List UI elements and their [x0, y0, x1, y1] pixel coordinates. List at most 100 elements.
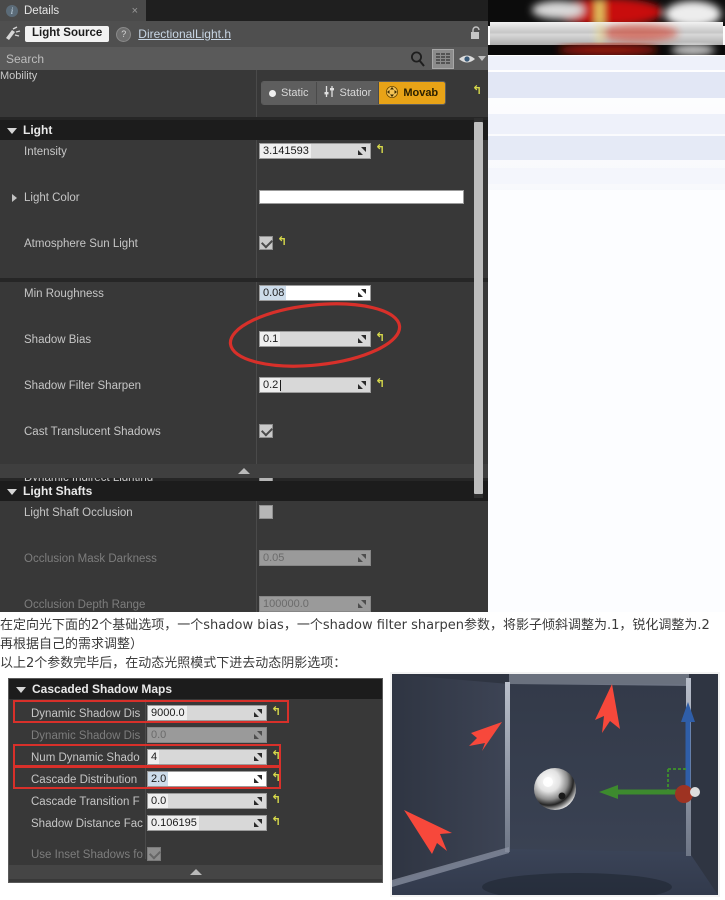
reset-arrow-icon[interactable]: ↰ [375, 143, 385, 155]
property-row-shadow-filter-sharpen: Shadow Filter Sharpen 0.2 ↰ [0, 374, 488, 397]
section-header-light-shafts[interactable]: Light Shafts [0, 481, 488, 501]
spinner-icon [357, 553, 367, 563]
spinner-icon[interactable] [253, 796, 263, 806]
reset-arrow-icon[interactable]: ↰ [472, 84, 482, 96]
help-icon[interactable]: ? [116, 26, 132, 42]
red-box-annotation-cascade-distribution [13, 766, 281, 789]
search-input[interactable] [0, 47, 428, 70]
left-wall [392, 674, 509, 882]
cast-translucent-shadows-checkbox[interactable] [259, 424, 273, 438]
property-label: Intensity [24, 145, 67, 158]
property-row-light-shaft-occlusion: Light Shaft Occlusion [0, 501, 488, 524]
property-label: Occlusion Mask Darkness [24, 552, 157, 565]
mobility-label: Mobility [0, 70, 38, 82]
move-cross-icon [386, 85, 399, 101]
collapse-advanced-bar[interactable] [0, 464, 488, 478]
expand-triangle-icon[interactable] [12, 194, 17, 202]
property-row-intensity: Intensity 3.141593 ↰ [0, 140, 488, 163]
property-row-shadow-distance-fadeout-fraction: Shadow Distance Fac 0.106195 ↰ [9, 812, 382, 835]
spinner-icon[interactable] [357, 288, 367, 298]
property-row-cast-translucent-shadows: Cast Translucent Shadows [0, 420, 488, 443]
asset-link[interactable]: DirectionalLight.h [138, 27, 231, 41]
light-shaft-occlusion-checkbox[interactable] [259, 505, 273, 519]
caption-line-2: 再根据自己的需求调整） [0, 637, 144, 652]
property-label: Light Shaft Occlusion [24, 506, 133, 519]
back-wall [509, 684, 689, 852]
grid-view-icon[interactable] [432, 49, 454, 69]
cascade-transition-fraction-value: 0.0 [148, 794, 169, 808]
mobility-option-movable[interactable]: Movab [379, 82, 446, 104]
property-label: Atmosphere Sun Light [24, 237, 138, 250]
close-icon[interactable]: × [132, 5, 138, 17]
property-label: Shadow Bias [24, 333, 92, 346]
red-box-annotation-dynamic-shadow-distance [13, 700, 289, 723]
dynamic-shadow-distance-stationary-input[interactable]: 0.0 [147, 727, 267, 743]
property-row-atmosphere-sun-light: Atmosphere Sun Light ↰ [0, 232, 488, 255]
occlusion-mask-darkness-value: 0.05 [263, 552, 285, 564]
tab-details-label: Details [24, 4, 60, 17]
occlusion-depth-range-value: 100000.0 [263, 598, 309, 610]
property-label: Cast Translucent Shadows [24, 425, 161, 438]
min-roughness-input[interactable]: 0.08 [259, 285, 371, 301]
eye-icon[interactable] [458, 50, 478, 68]
reset-arrow-icon[interactable]: ↰ [271, 815, 281, 827]
chevron-down-icon [16, 687, 26, 693]
text-cursor [280, 379, 282, 391]
spinner-icon[interactable] [253, 818, 263, 828]
shadow-distance-fadeout-fraction-input[interactable]: 0.106195 [147, 815, 267, 831]
intensity-input[interactable]: 3.141593 [259, 143, 371, 159]
search-bar [0, 47, 488, 70]
property-row-occlusion-depth-range: Occlusion Depth Range 100000.0 [0, 593, 488, 612]
spinner-icon [357, 599, 367, 609]
red-circle-annotation [228, 302, 402, 368]
reset-arrow-icon[interactable]: ↰ [277, 235, 287, 247]
property-label: Use Inset Shadows fo [31, 848, 143, 861]
search-icon[interactable] [409, 50, 427, 68]
mobility-button-group[interactable]: Static Statior Movab [261, 81, 447, 105]
actor-name-pill[interactable]: Light Source [25, 25, 110, 43]
light-color-swatch[interactable] [259, 190, 464, 204]
reset-arrow-icon[interactable]: ↰ [375, 377, 385, 389]
mobility-option-static[interactable]: Static [262, 82, 317, 104]
corner-edge-left [505, 682, 510, 852]
section-header-light-shafts-label: Light Shafts [23, 484, 93, 498]
details-scrollbar-thumb[interactable] [474, 122, 483, 494]
atmosphere-sun-light-checkbox[interactable] [259, 236, 273, 250]
chevron-down-icon [7, 128, 17, 134]
tab-details[interactable]: i Details × [0, 0, 146, 21]
mobility-option-stationary[interactable]: Statior [316, 82, 380, 104]
section-header-cascaded-shadow-maps[interactable]: Cascaded Shadow Maps [9, 679, 382, 699]
intensity-value: 3.141593 [260, 144, 311, 158]
red-box-annotation-num-cascades [13, 744, 281, 767]
occlusion-depth-range-input[interactable]: 100000.0 [259, 596, 371, 612]
dynamic-shadow-distance-stationary-value: 0.0 [151, 729, 167, 741]
3d-viewport[interactable] [390, 672, 720, 897]
occlusion-mask-darkness-input[interactable]: 0.05 [259, 550, 371, 566]
reset-arrow-icon[interactable]: ↰ [271, 793, 281, 805]
chrome-sphere [534, 768, 576, 810]
caption-block: 在定向光下面的2个基础选项，一个shadow bias，一个shadow fil… [0, 612, 725, 672]
static-dot-icon [269, 89, 276, 97]
cascade-transition-fraction-input[interactable]: 0.0 [147, 793, 267, 809]
chevron-down-icon[interactable] [478, 56, 486, 61]
spinner-icon[interactable] [357, 146, 367, 156]
collapse-up-icon [189, 869, 202, 875]
shadow-filter-sharpen-input[interactable]: 0.2 [259, 377, 371, 393]
lock-open-icon[interactable] [470, 26, 482, 40]
column-divider [256, 70, 257, 117]
use-inset-shadows-checkbox[interactable] [147, 847, 161, 861]
property-row-cascade-transition-fraction: Cascade Transition F 0.0 ↰ [9, 790, 382, 813]
section-header-light[interactable]: Light [0, 120, 488, 140]
section-body-light: Intensity 3.141593 ↰ Light Color Atmosph… [0, 140, 488, 389]
property-label: Occlusion Depth Range [24, 598, 146, 611]
collapse-advanced-bar[interactable] [9, 865, 382, 879]
caption-line-3: 以上2个参数完毕后，在动态光照模式下进去动态阴影选项： [0, 656, 347, 671]
property-label: Light Color [24, 191, 80, 204]
shadow-filter-sharpen-value: 0.2 [260, 378, 281, 392]
spinner-icon[interactable] [357, 380, 367, 390]
property-row-occlusion-mask-darkness: Occlusion Mask Darkness 0.05 [0, 547, 488, 570]
breadcrumb: Light Source ? DirectionalLight.h [0, 21, 488, 47]
light-source-icon [4, 26, 22, 42]
collapse-up-icon [238, 468, 250, 474]
viewport-render [392, 674, 718, 895]
